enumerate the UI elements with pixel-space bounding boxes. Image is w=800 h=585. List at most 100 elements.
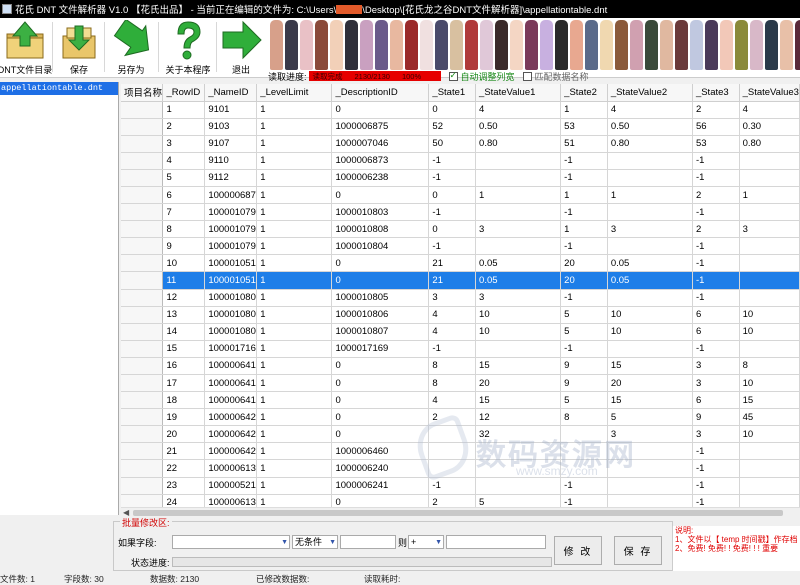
row-header-cell[interactable] (121, 391, 164, 410)
table-row[interactable]: 13 100001080 1 1000010806 4 10 5 10 6 10 (121, 306, 800, 324)
table-cell[interactable]: 1 (739, 186, 800, 205)
table-cell[interactable] (607, 494, 693, 507)
table-cell[interactable] (475, 237, 562, 256)
table-cell[interactable]: 32 (475, 425, 562, 444)
table-cell[interactable]: 4 (475, 101, 562, 119)
table-cell[interactable]: 100001079 (204, 237, 258, 256)
about-button[interactable]: 关于本程序 (162, 20, 214, 76)
row-header-cell[interactable] (121, 203, 164, 222)
row-header-cell[interactable] (121, 425, 164, 444)
table-row[interactable]: 5 9112 1 1000006238 -1 -1 -1 (121, 169, 800, 187)
table-row[interactable]: 14 100001080 1 1000010807 4 10 5 10 6 10 (121, 323, 800, 341)
table-cell[interactable]: 1000010808 (331, 220, 430, 239)
table-cell[interactable]: 14 (162, 323, 206, 341)
table-cell[interactable]: 12 (162, 289, 206, 307)
table-cell[interactable]: 23 (162, 477, 206, 495)
table-cell[interactable]: -1 (428, 237, 477, 256)
save-as-button[interactable]: 另存为 (108, 20, 154, 76)
column-header[interactable]: _RowID (162, 84, 206, 102)
table-cell[interactable] (560, 425, 608, 444)
table-row[interactable]: 4 9110 1 1000006873 -1 -1 -1 (121, 152, 800, 170)
table-cell[interactable] (739, 203, 800, 222)
table-cell[interactable]: 53 (692, 135, 740, 153)
row-header-cell[interactable] (121, 135, 164, 153)
table-cell[interactable]: 3 (475, 220, 562, 239)
table-cell[interactable]: 0 (331, 186, 430, 205)
table-cell[interactable] (428, 459, 477, 478)
table-cell[interactable]: 5 (475, 494, 562, 507)
row-header-cell[interactable] (121, 408, 164, 427)
table-cell[interactable]: 53 (560, 118, 608, 136)
table-cell[interactable]: 0 (331, 425, 430, 444)
table-cell[interactable]: 100000641 (204, 391, 258, 410)
save-button[interactable]: 保存 (56, 20, 102, 76)
table-cell[interactable]: 1000006241 (331, 477, 430, 495)
table-cell[interactable]: 7 (162, 203, 206, 222)
row-header-cell[interactable] (121, 340, 164, 358)
table-cell[interactable]: 3 (607, 220, 693, 239)
table-cell[interactable]: 1000010804 (331, 237, 430, 256)
operator-select[interactable]: + ▼ (408, 535, 444, 549)
row-header-cell[interactable] (121, 306, 164, 324)
table-cell[interactable] (739, 237, 800, 256)
exit-button[interactable]: 退出 (218, 20, 264, 76)
table-cell[interactable] (739, 494, 800, 507)
table-cell[interactable]: 6 (692, 323, 740, 341)
table-cell[interactable]: 20 (560, 254, 608, 273)
table-cell[interactable]: 0 (428, 101, 477, 119)
table-row[interactable]: 12 100001080 1 1000010805 3 3 -1 -1 (121, 289, 800, 307)
column-header[interactable]: _DescriptionID (331, 84, 430, 102)
table-cell[interactable]: 8 (428, 374, 477, 393)
table-cell[interactable]: 0 (331, 254, 430, 273)
table-cell[interactable]: 1 (162, 101, 206, 119)
auto-adjust-columns-checkbox[interactable]: 自动调整列宽 (448, 70, 515, 83)
table-cell[interactable]: 100001080 (204, 306, 258, 324)
table-cell[interactable]: 4 (428, 306, 477, 324)
table-cell[interactable]: 9103 (204, 118, 258, 136)
match-data-name-checkbox[interactable]: 匹配数据名称 (522, 70, 589, 83)
table-cell[interactable]: 24 (162, 494, 206, 507)
table-cell[interactable]: 0 (428, 220, 477, 239)
table-cell[interactable]: 20 (475, 374, 562, 393)
row-header-cell[interactable] (121, 374, 164, 393)
table-cell[interactable] (475, 152, 562, 170)
table-cell[interactable]: 100001079 (204, 203, 258, 222)
table-cell[interactable]: 15 (475, 391, 562, 410)
table-row[interactable]: 16 100000641 1 0 8 15 9 15 3 8 (121, 357, 800, 376)
table-cell[interactable]: 8 (162, 220, 206, 239)
table-cell[interactable]: 10 (607, 306, 693, 324)
column-header[interactable]: _State2 (560, 84, 608, 102)
table-cell[interactable]: 1000006460 (331, 442, 430, 461)
table-cell[interactable] (428, 442, 477, 461)
table-cell[interactable]: 100000642 (204, 442, 258, 461)
table-cell[interactable]: 100000641 (204, 374, 258, 393)
table-cell[interactable]: -1 (692, 289, 740, 307)
table-cell[interactable]: -1 (692, 237, 740, 256)
table-cell[interactable]: 0.80 (739, 135, 800, 153)
table-cell[interactable]: 21 (428, 271, 477, 290)
table-cell[interactable] (607, 152, 693, 170)
table-cell[interactable]: 9 (692, 408, 740, 427)
table-cell[interactable]: 100000642 (204, 408, 258, 427)
column-header[interactable]: _NameID (204, 84, 258, 102)
table-row[interactable]: 10 100001051 1 0 21 0.05 20 0.05 -1 (121, 254, 800, 273)
column-header[interactable]: _State3 (692, 84, 740, 102)
table-cell[interactable]: -1 (428, 203, 477, 222)
column-header[interactable]: _StateValue2 (607, 84, 693, 102)
table-cell[interactable]: 1 (256, 477, 333, 495)
table-cell[interactable]: 3 (607, 425, 693, 444)
table-cell[interactable]: 20 (162, 425, 206, 444)
table-row[interactable]: 24 100000613 1 0 2 5 -1 -1 (121, 494, 800, 507)
condition-select[interactable]: 无条件 ▼ (292, 535, 338, 549)
table-cell[interactable]: -1 (428, 340, 477, 358)
table-cell[interactable]: 0.50 (475, 118, 562, 136)
table-cell[interactable]: -1 (692, 271, 740, 290)
table-row[interactable]: 11 100001051 1 0 21 0.05 20 0.05 -1 (121, 271, 800, 290)
table-cell[interactable]: 12 (475, 408, 562, 427)
table-cell[interactable]: 3 (692, 425, 740, 444)
table-cell[interactable]: 1 (256, 220, 333, 239)
table-cell[interactable]: 9110 (204, 152, 258, 170)
table-cell[interactable]: 1000006875 (331, 118, 430, 136)
table-cell[interactable]: -1 (428, 477, 477, 495)
row-header-cell[interactable] (121, 254, 164, 273)
